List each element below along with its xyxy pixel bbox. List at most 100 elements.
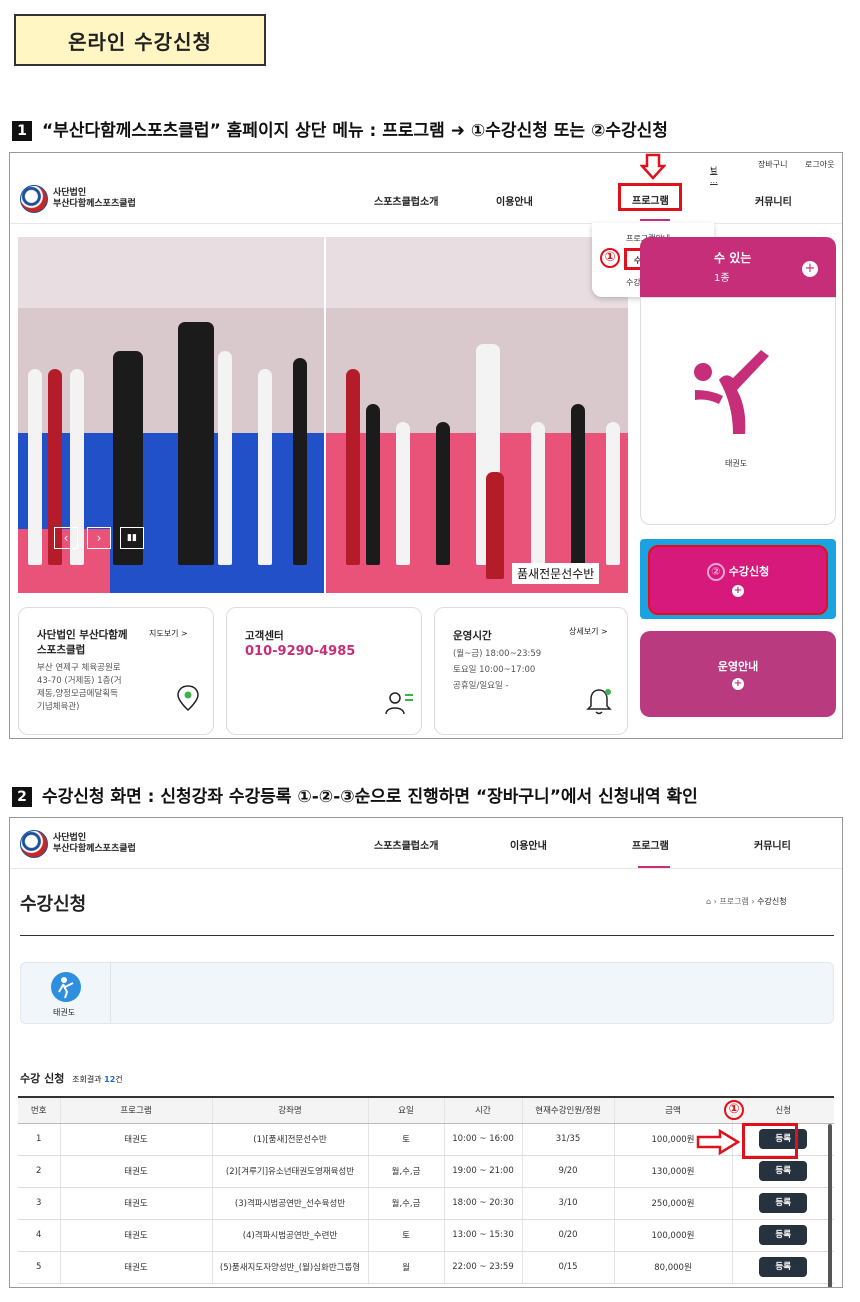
info-card-hours: 운영시간 상세보기 > (월~금) 18:00~23:59 토요일 10:00~… (434, 607, 628, 735)
register-button[interactable]: 등록 (759, 1225, 808, 1245)
register-button[interactable]: 등록 (759, 1193, 808, 1213)
bell-icon (586, 689, 612, 715)
taekwondo-kick-icon (694, 350, 769, 434)
operation-plus-icon: + (732, 678, 744, 690)
title-divider (20, 935, 834, 936)
col-time: 시간 (443, 1096, 522, 1124)
photo-caption: 품새전문선수반 (512, 563, 600, 584)
logo-line1-2: 사단법인 (53, 833, 87, 843)
category-label: 태권도 (53, 1008, 76, 1017)
document-title: 온라인 수강신청 (14, 14, 266, 66)
side-banner-top: 수 있는 1종 + (640, 237, 836, 297)
nav-program-2[interactable]: 프로그램 (632, 837, 669, 852)
operation-guide-button[interactable]: 운영안내 + (640, 631, 836, 717)
table-row: 3 태권도 (3)격파시범공연반_선수육성반 월,수,금 18:00 ~ 20:30 3/… (18, 1187, 834, 1220)
site-logo[interactable]: 사단법인 부산다함께스포츠클럽 (20, 185, 136, 213)
side-banner-title: 수 있는 (714, 251, 752, 265)
hours-detail-link[interactable]: 상세보기 > (569, 626, 608, 637)
marker-one: ① (600, 248, 620, 268)
slide-prev-button[interactable]: ‹ (54, 527, 78, 549)
homepage-screenshot: ㄷ ... 님 장바구니 로그아웃 사단법인 부산다함께스포츠클럽 스포츠클럽소개… (9, 152, 843, 739)
slide-photo-right (326, 237, 628, 593)
nav-usage-guide-2[interactable]: 이용안내 (510, 837, 547, 852)
address-text: 부산 연제구 체육공원로 43-70 (거제동) 1층(거 제동,양정모금메달획… (37, 663, 122, 712)
register-button[interactable]: 등록 (759, 1257, 808, 1277)
course-table-wrapper: 번호 프로그램 강좌명 요일 시간 현재수강인원/정원 금액 신청 1 태권도 (1… (18, 1096, 834, 1284)
step1-heading: 1 “부산다함께스포츠클럽” 홈페이지 상단 메뉴 : 프로그램 ➜ ①수강신청 … (12, 116, 668, 141)
pointer-arrow-down-icon (640, 153, 666, 180)
logo-emblem-icon-2 (20, 830, 48, 858)
side-banner-plus-icon[interactable]: + (802, 261, 818, 277)
top-utility-bar: ㄷ ... 님 장바구니 로그아웃 (710, 159, 835, 185)
step1-number: 1 (12, 121, 32, 141)
step2-text: 수강신청 화면 : 신청강좌 수강등록 ①-②-③순으로 진행하면 “장바구니”… (42, 787, 698, 807)
apply-button-label: 수강신청 (728, 565, 770, 578)
header-divider (10, 223, 842, 224)
nav-community-2[interactable]: 커뮤니티 (754, 837, 791, 852)
breadcrumb-current: 수강신청 (757, 897, 787, 906)
table-row: 5 태권도 (5)품새지도자양성반_(월)심화반그룹형 월 22:00 ~ 23:59 0… (18, 1251, 834, 1284)
home-icon[interactable]: ⌂ (706, 897, 711, 906)
nav-club-intro[interactable]: 스포츠클럽소개 (374, 193, 438, 208)
logout-link[interactable]: 로그아웃 (805, 159, 834, 170)
application-screenshot: 사단법인 부산다함께스포츠클럽 스포츠클럽소개 이용안내 프로그램 커뮤니티 수강… (9, 817, 843, 1288)
step2-number: 2 (12, 787, 32, 807)
sport-card[interactable]: 태권도 (640, 297, 836, 525)
site-logo-2[interactable]: 사단법인 부산다함께스포츠클럽 (20, 830, 136, 858)
apply-button[interactable]: ② 수강신청 + (648, 545, 828, 615)
course-table: 번호 프로그램 강좌명 요일 시간 현재수강인원/정원 금액 신청 1 태권도 (1… (18, 1096, 834, 1284)
page-title: 수강신청 (20, 894, 87, 915)
step2-heading: 2 수강신청 화면 : 신청강좌 수강등록 ①-②-③순으로 진행하면 “장바구니… (12, 782, 698, 807)
info-card-address: 사단법인 부산다함께 스포츠클럽 지도보기 > 부산 연제구 체육공원로 43-… (18, 607, 214, 735)
customer-service-icon (385, 692, 413, 715)
table-row: 2 태권도 (2)[겨루기]유소년태권도영재육성반 월,수,금 19:00 ~ 21:0… (18, 1155, 834, 1188)
cart-link[interactable]: 장바구니 (758, 159, 787, 170)
map-pin-icon (177, 685, 199, 712)
section-title: 수강 신청 조회결과 12건 (20, 1072, 123, 1085)
col-program: 프로그램 (59, 1096, 212, 1124)
col-day: 요일 (367, 1096, 444, 1124)
col-apply: 신청 (731, 1096, 834, 1124)
info-card-customer-center: 고객센터 010-9290-4985 (226, 607, 422, 735)
apply-plus-icon: + (732, 585, 744, 597)
marker-one-table: ① (724, 1100, 744, 1120)
hours-text: (월~금) 18:00~23:59 토요일 10:00~17:00 공휴일/일요… (453, 649, 542, 691)
logo-line1: 사단법인 (53, 188, 87, 198)
customer-center-phone[interactable]: 010-9290-4985 (245, 644, 355, 659)
table-header: 번호 프로그램 강좌명 요일 시간 현재수강인원/정원 금액 신청 (18, 1096, 834, 1124)
header-divider-2 (10, 868, 842, 869)
nav-club-intro-2[interactable]: 스포츠클럽소개 (374, 837, 438, 852)
logo-emblem-icon (20, 185, 48, 213)
col-price: 금액 (613, 1096, 732, 1124)
logo-line2-2: 부산다함께스포츠클럽 (53, 844, 136, 854)
col-enrollment: 현재수강인원/정원 (521, 1096, 614, 1124)
col-course: 강좌명 (211, 1096, 368, 1124)
logo-line2: 부산다함께스포츠클럽 (53, 199, 136, 209)
map-link[interactable]: 지도보기 > (149, 628, 188, 639)
register-button[interactable]: 등록 (759, 1161, 808, 1181)
nav-active-underline (640, 219, 670, 221)
col-number: 번호 (18, 1096, 60, 1124)
breadcrumb: ⌂ › 프로그램 › 수강신청 (706, 897, 787, 906)
marker-two: ② (706, 563, 725, 581)
register-highlight (742, 1123, 798, 1159)
slide-next-button[interactable]: › (87, 527, 111, 549)
address-card-title: 사단법인 부산다함께 스포츠클럽 (37, 629, 128, 656)
hours-title: 운영시간 (453, 630, 492, 642)
nav-usage-guide[interactable]: 이용안내 (496, 193, 533, 208)
customer-center-title: 고객센터 (245, 630, 284, 642)
step1-text: “부산다함께스포츠클럽” 홈페이지 상단 메뉴 : 프로그램 ➜ ①수강신청 또… (42, 121, 668, 141)
table-row: 4 태권도 (4)격파시범공연반_수련반 토 13:00 ~ 15:30 0/20 100,… (18, 1219, 834, 1252)
table-scrollbar[interactable] (828, 1124, 832, 1287)
pointer-arrow-right-icon (696, 1129, 740, 1155)
breadcrumb-program[interactable]: 프로그램 (719, 897, 748, 906)
sport-card-label: 태권도 (725, 459, 748, 468)
category-taekwondo[interactable]: 태권도 (21, 963, 111, 1023)
nav-program[interactable]: 프로그램 (632, 192, 669, 207)
nav-community[interactable]: 커뮤니티 (755, 193, 792, 208)
category-bar: 태권도 (20, 962, 834, 1024)
operation-guide-label: 운영안내 (717, 660, 759, 673)
result-count: 조회결과 12건 (72, 1075, 123, 1084)
slide-pause-button[interactable]: ▮▮ (120, 527, 144, 549)
side-banner-sub: 1종 (714, 273, 730, 284)
